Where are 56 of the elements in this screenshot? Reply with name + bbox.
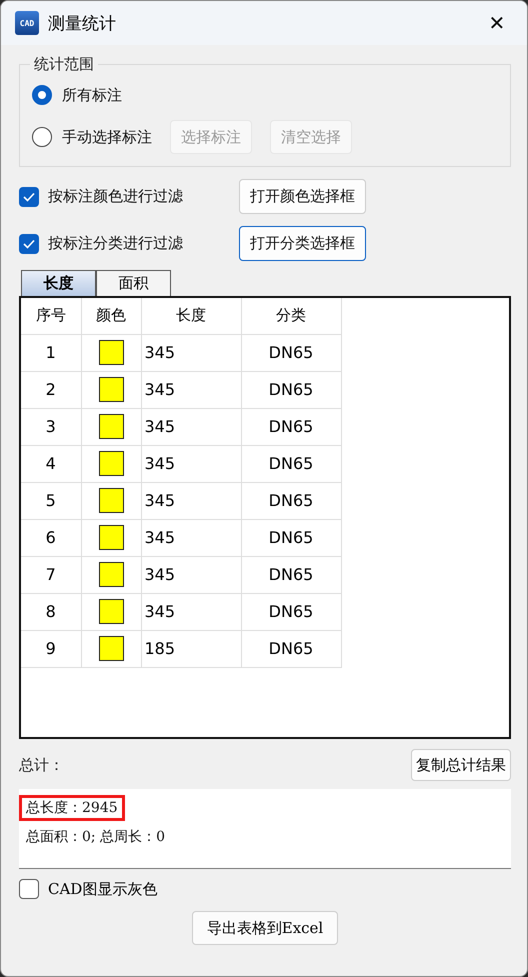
table-cell: 345 — [141, 556, 241, 593]
table-cell: 8 — [21, 593, 81, 630]
radio-button[interactable] — [32, 127, 52, 147]
table-cell: DN65 — [241, 482, 341, 519]
checkbox-label: CAD图显示灰色 — [48, 880, 158, 898]
export-button[interactable]: 导出表格到Excel — [192, 911, 338, 945]
window-title: 测量统计 — [48, 12, 117, 34]
radio-label: 手动选择标注 — [62, 128, 152, 146]
table-cell: 9 — [21, 630, 81, 667]
table-cell: DN65 — [241, 630, 341, 667]
column-header: 序号 — [21, 298, 81, 334]
open-dialog-button[interactable]: 打开颜色选择框 — [239, 179, 366, 214]
open-dialog-button[interactable]: 打开分类选择框 — [239, 226, 366, 261]
table-cell: 345 — [141, 334, 241, 371]
checkmark-icon — [23, 192, 35, 202]
group-title: 统计范围 — [33, 55, 95, 74]
table-cell: 1 — [21, 334, 81, 371]
table-cell: 3 — [21, 408, 81, 445]
table-cell: DN65 — [241, 371, 341, 408]
table-cell: 185 — [141, 630, 241, 667]
table-cell: 345 — [141, 593, 241, 630]
table-cell: DN65 — [241, 519, 341, 556]
checkbox[interactable] — [19, 879, 39, 899]
column-header: 分类 — [241, 298, 341, 334]
close-button[interactable]: ✕ — [479, 5, 515, 41]
table-cell: DN65 — [241, 593, 341, 630]
tab[interactable]: 长度 — [21, 270, 96, 296]
summary-text: 总长度：2945 — [19, 795, 125, 821]
tab[interactable]: 面积 — [96, 270, 171, 296]
checkmark-icon — [23, 238, 35, 248]
checkbox[interactable] — [19, 186, 39, 206]
table-cell: 345 — [141, 519, 241, 556]
table-cell: 6 — [21, 519, 81, 556]
radio-label: 所有标注 — [62, 86, 122, 104]
column-header: 颜色 — [81, 298, 141, 334]
table-cell: DN65 — [241, 408, 341, 445]
checkbox-label: 按标注分类进行过滤 — [48, 234, 184, 253]
table-cell: 345 — [141, 445, 241, 482]
table-cell: DN65 — [241, 445, 341, 482]
app-logo: CAD — [15, 11, 39, 35]
table-cell: DN65 — [241, 334, 341, 371]
table-cell: DN65 — [241, 556, 341, 593]
table-cell: 345 — [141, 482, 241, 519]
table-cell: 345 — [141, 371, 241, 408]
table-cell: 5 — [21, 482, 81, 519]
checkbox-label: 按标注颜色进行过滤 — [48, 187, 184, 206]
radio-button[interactable] — [32, 85, 52, 105]
total-label: 总计： — [19, 756, 64, 774]
checkbox[interactable] — [19, 234, 39, 254]
table-cell: 4 — [21, 445, 81, 482]
table-cell: 345 — [141, 408, 241, 445]
table-cell: 2 — [21, 371, 81, 408]
table-cell: 7 — [21, 556, 81, 593]
summary-text: 总面积：0; 总周长：0 — [25, 828, 166, 847]
copy-button[interactable]: 复制总计结果 — [411, 749, 511, 781]
column-header: 长度 — [141, 298, 241, 334]
